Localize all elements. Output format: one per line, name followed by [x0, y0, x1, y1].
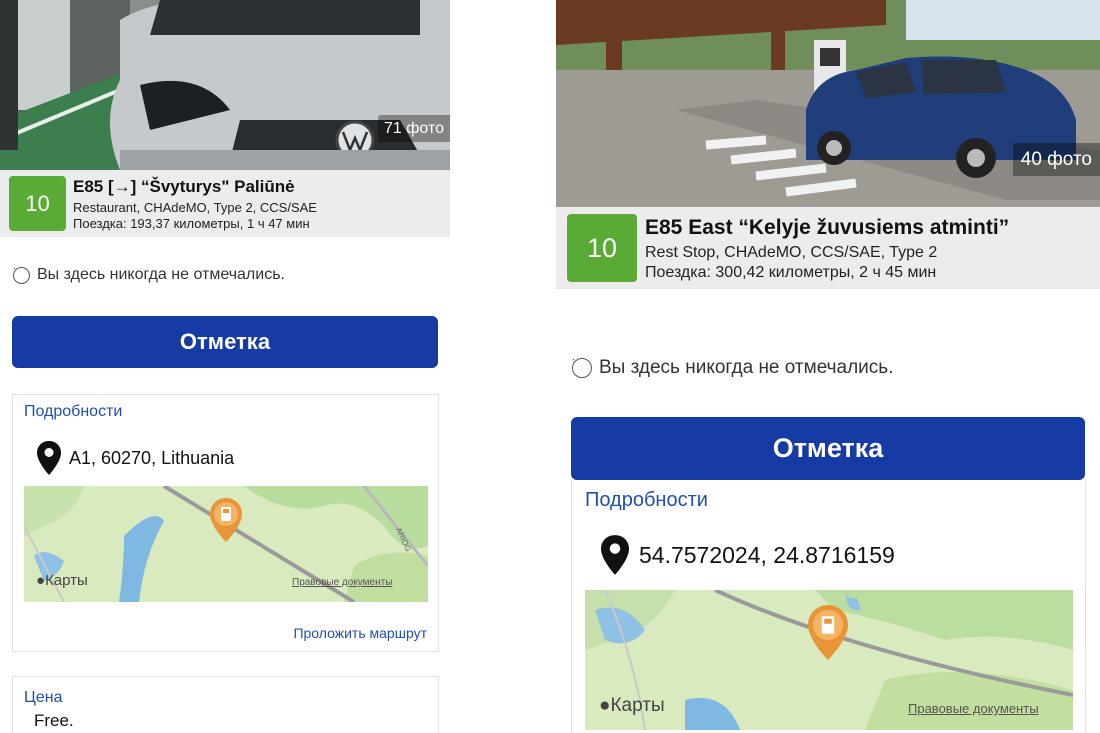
maps-brand-text: Карты — [610, 695, 665, 716]
map-legal-link[interactable]: Правовые документы — [292, 577, 392, 588]
address-text: 54.7572024, 24.8716159 — [639, 541, 895, 568]
details-title: Подробности — [585, 489, 708, 511]
map-preview[interactable]: ●Карты Правовые документы — [585, 590, 1073, 730]
trip-info: Поездка: 193,37 километры, 1 ч 47 мин — [73, 216, 310, 231]
details-card: Подробности A1, 60270, Lithuania ●Карты … — [12, 394, 439, 652]
details-card: Подробности 54.7572024, 24.8716159 ●Карт… — [571, 480, 1086, 733]
checkin-button[interactable]: Отметка — [12, 316, 438, 368]
location-pin-icon — [37, 441, 61, 475]
checkin-status-text: Вы здесь никогда не отмечались. — [599, 357, 894, 378]
station-amenities: Rest Stop, CHAdeMO, CCS/SAE, Type 2 — [645, 244, 938, 261]
station-title-band: 10 E85 [→] “Švyturys" Paliūnė Restaurant… — [0, 170, 450, 237]
photo-count-badge: 71 фото — [378, 115, 450, 142]
station-photo[interactable]: 71 фото — [0, 0, 450, 170]
checkin-status: Вы здесь никогда не отмечались. — [13, 266, 285, 284]
left-screenshot-panel: 71 фото 10 E85 [→] “Švyturys" Paliūnė Re… — [0, 0, 450, 733]
charger-pin-icon[interactable] — [808, 605, 848, 660]
apple-logo-icon: ● — [599, 695, 611, 716]
charger-pin-icon[interactable] — [210, 498, 242, 542]
right-screenshot-panel: 40 фото 10 E85 East “Kelyje žuvusiems at… — [556, 0, 1100, 733]
check-circle-icon — [572, 358, 592, 378]
panel-gap — [450, 0, 556, 733]
rating-badge: 10 — [9, 176, 66, 231]
rating-badge: 10 — [567, 214, 637, 282]
address-row: A1, 60270, Lithuania — [37, 441, 234, 475]
apple-logo-icon: ● — [36, 572, 46, 589]
map-legal-link[interactable]: Правовые документы — [908, 701, 1039, 716]
price-value: Free. — [34, 711, 74, 730]
details-title: Подробности — [24, 403, 123, 420]
location-pin-icon — [601, 535, 629, 575]
price-title: Цена — [24, 689, 63, 706]
station-title-band: 10 E85 East “Kelyje žuvusiems atminti” R… — [556, 207, 1100, 289]
check-circle-icon — [13, 266, 30, 284]
station-name: E85 East “Kelyje žuvusiems atminti” — [645, 216, 1010, 239]
photo-count-badge: 40 фото — [1012, 143, 1100, 176]
map-preview[interactable]: ●Карты Правовые документы ARIOG — [24, 486, 428, 602]
checkin-status: Вы здесь никогда не отмечались. — [572, 357, 893, 379]
price-card: Цена Free. — [12, 676, 439, 733]
station-amenities: Restaurant, CHAdeMO, Type 2, CCS/SAE — [73, 200, 317, 215]
address-row: 54.7572024, 24.8716159 — [601, 535, 895, 575]
station-name: E85 [→] “Švyturys" Paliūnė — [73, 177, 295, 196]
address-text: A1, 60270, Lithuania — [69, 447, 235, 468]
maps-brand-label: ●Карты — [36, 572, 88, 589]
station-photo[interactable]: 40 фото — [556, 0, 1100, 207]
checkin-status-text: Вы здесь никогда не отмечались. — [37, 266, 285, 283]
route-link[interactable]: Проложить маршрут — [293, 625, 427, 641]
maps-brand-text: Карты — [45, 572, 88, 589]
checkin-button[interactable]: Отметка — [571, 417, 1085, 480]
maps-brand-label: ●Карты — [599, 695, 665, 717]
trip-info: Поездка: 300,42 километры, 2 ч 45 мин — [645, 264, 937, 281]
